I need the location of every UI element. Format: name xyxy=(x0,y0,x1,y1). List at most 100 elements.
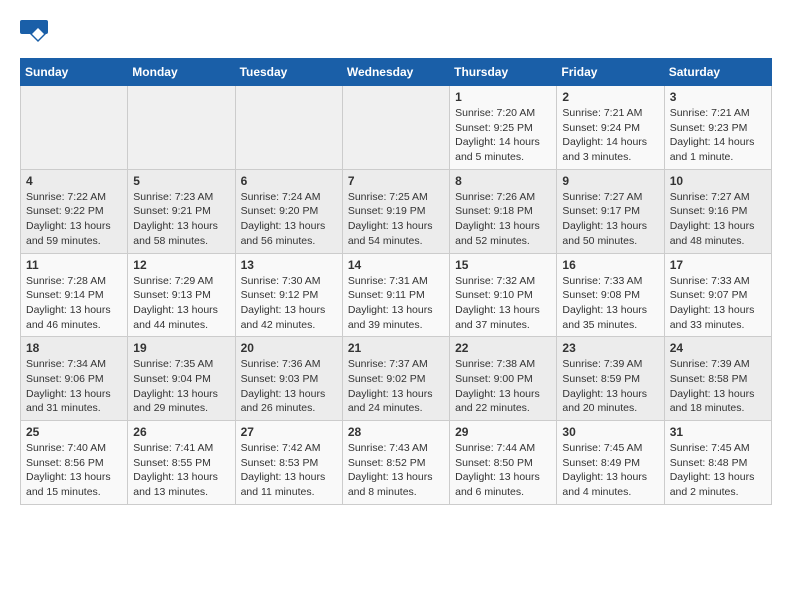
day-info: Sunrise: 7:33 AM Sunset: 9:07 PM Dayligh… xyxy=(670,274,766,333)
day-number: 12 xyxy=(133,258,229,272)
day-info: Sunrise: 7:35 AM Sunset: 9:04 PM Dayligh… xyxy=(133,357,229,416)
day-number: 28 xyxy=(348,425,444,439)
day-info: Sunrise: 7:27 AM Sunset: 9:16 PM Dayligh… xyxy=(670,190,766,249)
day-info: Sunrise: 7:25 AM Sunset: 9:19 PM Dayligh… xyxy=(348,190,444,249)
day-info: Sunrise: 7:33 AM Sunset: 9:08 PM Dayligh… xyxy=(562,274,658,333)
day-info: Sunrise: 7:31 AM Sunset: 9:11 PM Dayligh… xyxy=(348,274,444,333)
calendar-cell: 16 Sunrise: 7:33 AM Sunset: 9:08 PM Dayli… xyxy=(557,253,664,337)
calendar-week-row: 1 Sunrise: 7:20 AM Sunset: 9:25 PM Daylig… xyxy=(21,86,772,170)
day-info: Sunrise: 7:39 AM Sunset: 8:59 PM Dayligh… xyxy=(562,357,658,416)
day-number: 14 xyxy=(348,258,444,272)
day-info: Sunrise: 7:36 AM Sunset: 9:03 PM Dayligh… xyxy=(241,357,337,416)
day-number: 5 xyxy=(133,174,229,188)
day-number: 23 xyxy=(562,341,658,355)
calendar-cell: 29 Sunrise: 7:44 AM Sunset: 8:50 PM Dayli… xyxy=(450,421,557,505)
calendar-week-row: 4 Sunrise: 7:22 AM Sunset: 9:22 PM Daylig… xyxy=(21,169,772,253)
logo-icon xyxy=(20,20,48,48)
calendar-table: SundayMondayTuesdayWednesdayThursdayFrid… xyxy=(20,58,772,505)
day-number: 2 xyxy=(562,90,658,104)
day-number: 13 xyxy=(241,258,337,272)
day-number: 7 xyxy=(348,174,444,188)
day-number: 1 xyxy=(455,90,551,104)
day-info: Sunrise: 7:38 AM Sunset: 9:00 PM Dayligh… xyxy=(455,357,551,416)
weekday-header: Sunday xyxy=(21,59,128,86)
page-header xyxy=(20,20,772,48)
weekday-header: Monday xyxy=(128,59,235,86)
day-number: 26 xyxy=(133,425,229,439)
day-number: 15 xyxy=(455,258,551,272)
calendar-week-row: 25Sunrise: 7:40 AM Sunset: 8:56 PM Dayli… xyxy=(21,421,772,505)
calendar-cell: 22Sunrise: 7:38 AM Sunset: 9:00 PM Dayli… xyxy=(450,337,557,421)
weekday-header: Tuesday xyxy=(235,59,342,86)
day-number: 8 xyxy=(455,174,551,188)
calendar-week-row: 11Sunrise: 7:28 AM Sunset: 9:14 PM Dayli… xyxy=(21,253,772,337)
calendar-cell xyxy=(21,86,128,170)
calendar-cell: 27Sunrise: 7:42 AM Sunset: 8:53 PM Dayli… xyxy=(235,421,342,505)
calendar-cell: 10 Sunrise: 7:27 AM Sunset: 9:16 PM Dayli… xyxy=(664,169,771,253)
calendar-week-row: 18 Sunrise: 7:34 AM Sunset: 9:06 PM Dayli… xyxy=(21,337,772,421)
calendar-cell: 8 Sunrise: 7:26 AM Sunset: 9:18 PM Daylig… xyxy=(450,169,557,253)
day-number: 17 xyxy=(670,258,766,272)
day-number: 20 xyxy=(241,341,337,355)
day-number: 16 xyxy=(562,258,658,272)
weekday-header: Saturday xyxy=(664,59,771,86)
day-info: Sunrise: 7:22 AM Sunset: 9:22 PM Dayligh… xyxy=(26,190,122,249)
day-number: 31 xyxy=(670,425,766,439)
calendar-cell: 28Sunrise: 7:43 AM Sunset: 8:52 PM Dayli… xyxy=(342,421,449,505)
calendar-cell: 2 Sunrise: 7:21 AM Sunset: 9:24 PM Daylig… xyxy=(557,86,664,170)
calendar-cell: 26Sunrise: 7:41 AM Sunset: 8:55 PM Dayli… xyxy=(128,421,235,505)
weekday-header: Friday xyxy=(557,59,664,86)
day-number: 25 xyxy=(26,425,122,439)
day-info: Sunrise: 7:44 AM Sunset: 8:50 PM Dayligh… xyxy=(455,441,551,500)
day-info: Sunrise: 7:45 AM Sunset: 8:48 PM Dayligh… xyxy=(670,441,766,500)
calendar-cell: 14 Sunrise: 7:31 AM Sunset: 9:11 PM Dayli… xyxy=(342,253,449,337)
day-number: 9 xyxy=(562,174,658,188)
calendar-cell: 7 Sunrise: 7:25 AM Sunset: 9:19 PM Daylig… xyxy=(342,169,449,253)
day-info: Sunrise: 7:30 AM Sunset: 9:12 PM Dayligh… xyxy=(241,274,337,333)
weekday-header: Wednesday xyxy=(342,59,449,86)
calendar-cell: 24 Sunrise: 7:39 AM Sunset: 8:58 PM Dayli… xyxy=(664,337,771,421)
calendar-cell: 13 Sunrise: 7:30 AM Sunset: 9:12 PM Dayli… xyxy=(235,253,342,337)
calendar-cell: 3 Sunrise: 7:21 AM Sunset: 9:23 PM Daylig… xyxy=(664,86,771,170)
day-info: Sunrise: 7:21 AM Sunset: 9:24 PM Dayligh… xyxy=(562,106,658,165)
day-number: 30 xyxy=(562,425,658,439)
day-number: 3 xyxy=(670,90,766,104)
day-info: Sunrise: 7:27 AM Sunset: 9:17 PM Dayligh… xyxy=(562,190,658,249)
calendar-cell: 31 Sunrise: 7:45 AM Sunset: 8:48 PM Dayli… xyxy=(664,421,771,505)
day-number: 10 xyxy=(670,174,766,188)
calendar-cell: 25Sunrise: 7:40 AM Sunset: 8:56 PM Dayli… xyxy=(21,421,128,505)
calendar-cell: 1 Sunrise: 7:20 AM Sunset: 9:25 PM Daylig… xyxy=(450,86,557,170)
day-info: Sunrise: 7:24 AM Sunset: 9:20 PM Dayligh… xyxy=(241,190,337,249)
calendar-cell: 18 Sunrise: 7:34 AM Sunset: 9:06 PM Dayli… xyxy=(21,337,128,421)
day-info: Sunrise: 7:21 AM Sunset: 9:23 PM Dayligh… xyxy=(670,106,766,165)
day-number: 18 xyxy=(26,341,122,355)
day-number: 4 xyxy=(26,174,122,188)
day-info: Sunrise: 7:26 AM Sunset: 9:18 PM Dayligh… xyxy=(455,190,551,249)
calendar-cell xyxy=(342,86,449,170)
calendar-cell: 12 Sunrise: 7:29 AM Sunset: 9:13 PM Dayli… xyxy=(128,253,235,337)
calendar-cell: 21Sunrise: 7:37 AM Sunset: 9:02 PM Dayli… xyxy=(342,337,449,421)
day-info: Sunrise: 7:29 AM Sunset: 9:13 PM Dayligh… xyxy=(133,274,229,333)
day-info: Sunrise: 7:20 AM Sunset: 9:25 PM Dayligh… xyxy=(455,106,551,165)
calendar-cell xyxy=(235,86,342,170)
day-info: Sunrise: 7:39 AM Sunset: 8:58 PM Dayligh… xyxy=(670,357,766,416)
day-info: Sunrise: 7:32 AM Sunset: 9:10 PM Dayligh… xyxy=(455,274,551,333)
calendar-cell: 19 Sunrise: 7:35 AM Sunset: 9:04 PM Dayli… xyxy=(128,337,235,421)
calendar-cell: 30 Sunrise: 7:45 AM Sunset: 8:49 PM Dayli… xyxy=(557,421,664,505)
day-number: 21 xyxy=(348,341,444,355)
day-number: 29 xyxy=(455,425,551,439)
calendar-cell: 9 Sunrise: 7:27 AM Sunset: 9:17 PM Daylig… xyxy=(557,169,664,253)
day-info: Sunrise: 7:45 AM Sunset: 8:49 PM Dayligh… xyxy=(562,441,658,500)
calendar-header: SundayMondayTuesdayWednesdayThursdayFrid… xyxy=(21,59,772,86)
weekday-header: Thursday xyxy=(450,59,557,86)
day-number: 6 xyxy=(241,174,337,188)
calendar-cell: 17 Sunrise: 7:33 AM Sunset: 9:07 PM Dayli… xyxy=(664,253,771,337)
day-number: 27 xyxy=(241,425,337,439)
day-number: 24 xyxy=(670,341,766,355)
calendar-cell: 15 Sunrise: 7:32 AM Sunset: 9:10 PM Dayli… xyxy=(450,253,557,337)
calendar-cell xyxy=(128,86,235,170)
calendar-cell: 23 Sunrise: 7:39 AM Sunset: 8:59 PM Dayli… xyxy=(557,337,664,421)
day-number: 19 xyxy=(133,341,229,355)
calendar-cell: 5Sunrise: 7:23 AM Sunset: 9:21 PM Daylig… xyxy=(128,169,235,253)
day-info: Sunrise: 7:34 AM Sunset: 9:06 PM Dayligh… xyxy=(26,357,122,416)
